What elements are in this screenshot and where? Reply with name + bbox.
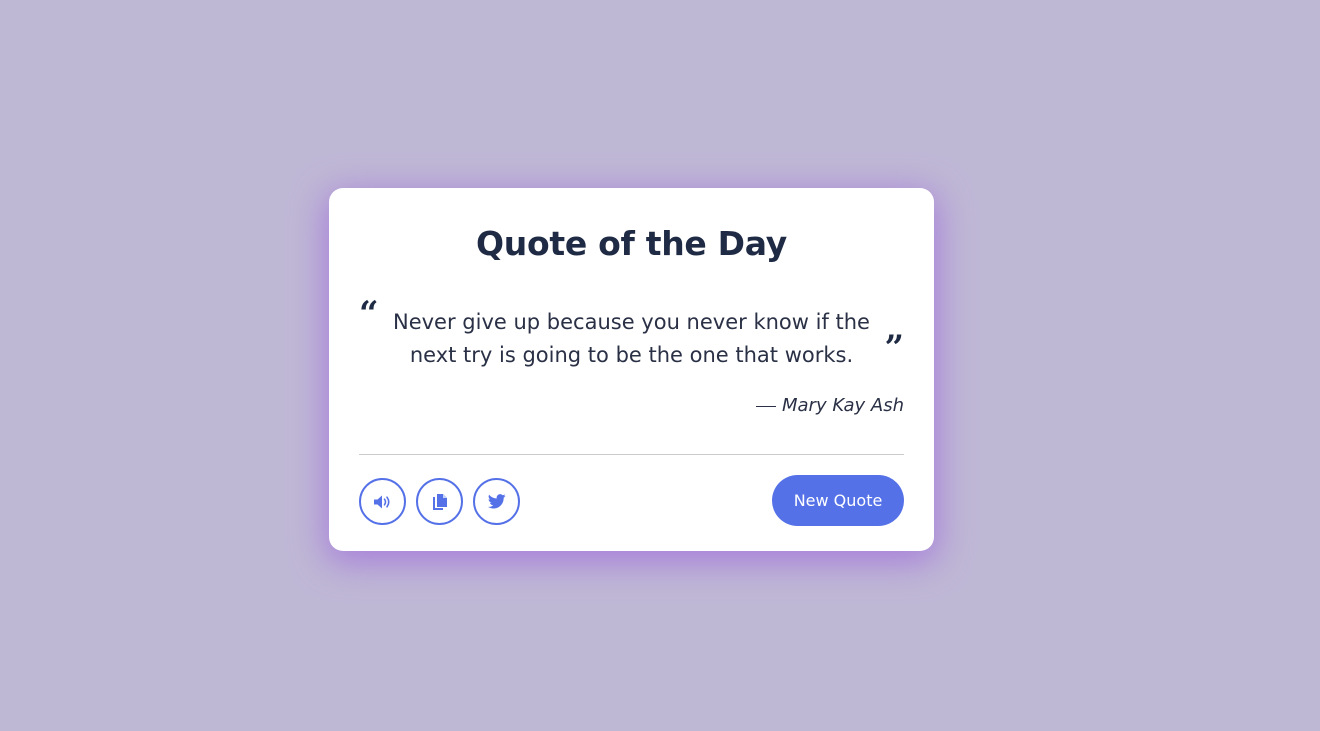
author-name: Mary Kay Ash: [781, 395, 904, 416]
open-quote-icon: “: [359, 294, 379, 334]
quote-card: Quote of the Day “ Never give up because…: [329, 188, 934, 551]
speak-button[interactable]: [359, 478, 406, 525]
quote-area: “ Never give up because you never know i…: [359, 294, 904, 372]
author-row: Mary Kay Ash: [359, 394, 904, 418]
new-quote-button[interactable]: New Quote: [772, 475, 904, 526]
speaker-icon: [373, 495, 390, 508]
divider: [359, 454, 904, 455]
page-title: Quote of the Day: [476, 224, 787, 263]
copy-icon: [432, 493, 447, 510]
tweet-button[interactable]: [473, 478, 520, 525]
author-dash: [755, 405, 776, 407]
quote-text: Never give up because you never know if …: [393, 310, 870, 367]
action-bar: New Quote: [359, 475, 904, 526]
close-quote-icon: ”: [884, 328, 904, 368]
copy-button[interactable]: [416, 478, 463, 525]
twitter-icon: [487, 494, 506, 509]
